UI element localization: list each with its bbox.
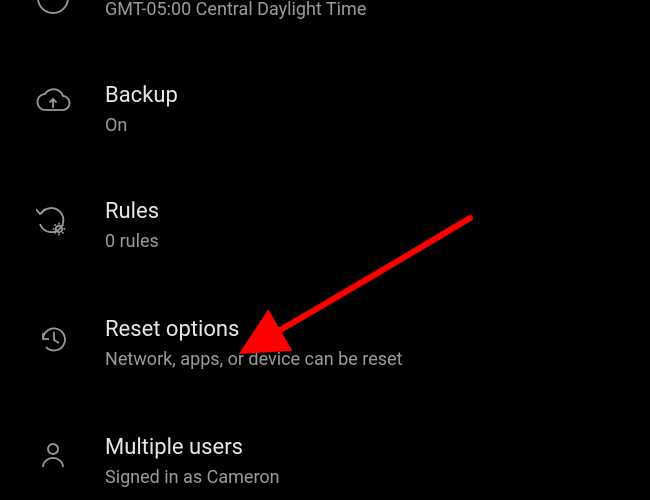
item-subtitle: Signed in as Cameron (105, 466, 630, 490)
settings-item-datetime[interactable]: Date & time GMT-05:00 Central Daylight T… (0, 0, 650, 40)
settings-list: Date & time GMT-05:00 Central Daylight T… (0, 0, 650, 498)
settings-item-multiuser[interactable]: Multiple users Signed in as Cameron (0, 416, 650, 490)
item-subtitle: On (105, 114, 630, 138)
item-title: Rules (105, 198, 630, 227)
person-icon (0, 434, 105, 470)
clock-icon (0, 0, 105, 16)
settings-item-reset[interactable]: Reset options Network, apps, or device c… (0, 298, 650, 390)
item-subtitle: 0 rules (105, 230, 630, 254)
item-title: Backup (105, 82, 630, 111)
item-title: Reset options (105, 316, 630, 345)
settings-item-rules[interactable]: Rules 0 rules (0, 180, 650, 272)
item-subtitle: GMT-05:00 Central Daylight Time (105, 0, 630, 22)
settings-item-backup[interactable]: Backup On (0, 64, 650, 156)
rules-icon (0, 198, 105, 238)
history-icon (0, 316, 105, 356)
item-title: Multiple users (105, 434, 630, 463)
cloud-upload-icon (0, 82, 105, 116)
item-subtitle: Network, apps, or device can be reset (105, 348, 630, 372)
